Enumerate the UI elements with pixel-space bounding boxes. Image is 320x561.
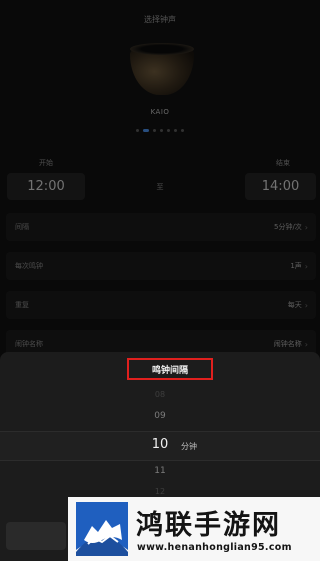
picker-option-selected[interactable]: 10 — [0, 437, 320, 452]
picker-option[interactable]: 08 — [0, 390, 320, 399]
picker-unit: 分钟 — [181, 442, 197, 451]
picker-option[interactable]: 11 — [0, 466, 320, 476]
watermark-title: 鸿联手游网 — [136, 510, 281, 541]
cancel-button[interactable] — [6, 522, 66, 550]
picker-option[interactable]: 12 — [0, 487, 320, 496]
site-logo — [76, 502, 128, 556]
watermark-url: www.henanhonglian95.com — [137, 542, 292, 553]
picker-title: 鸣钟间隔 — [127, 358, 213, 380]
picker-option[interactable]: 09 — [0, 411, 320, 421]
